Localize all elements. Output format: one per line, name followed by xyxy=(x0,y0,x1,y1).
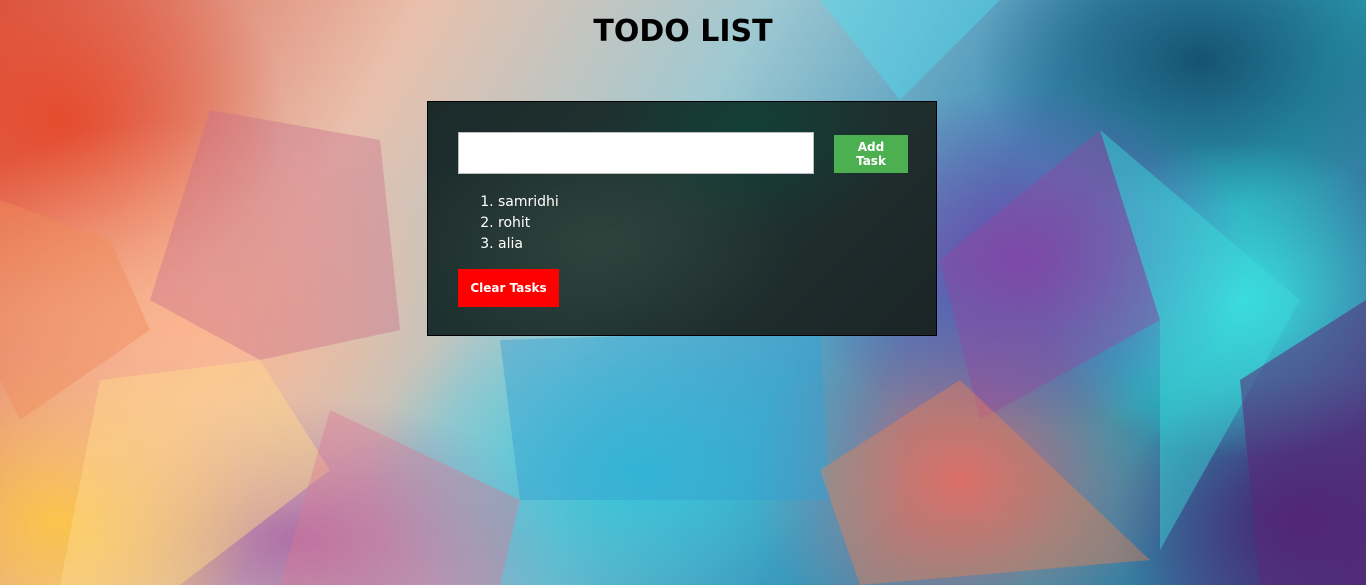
page-title: TODO LIST xyxy=(593,14,773,49)
task-list: samridhi rohit alia xyxy=(458,192,559,255)
todo-panel: Add Task samridhi rohit alia Clear Tasks xyxy=(427,101,937,336)
task-item: alia xyxy=(498,234,559,255)
task-item: samridhi xyxy=(498,192,559,213)
task-item: rohit xyxy=(498,213,559,234)
add-task-button[interactable]: Add Task xyxy=(834,135,908,173)
clear-tasks-button[interactable]: Clear Tasks xyxy=(458,269,559,307)
task-input[interactable] xyxy=(458,132,814,174)
